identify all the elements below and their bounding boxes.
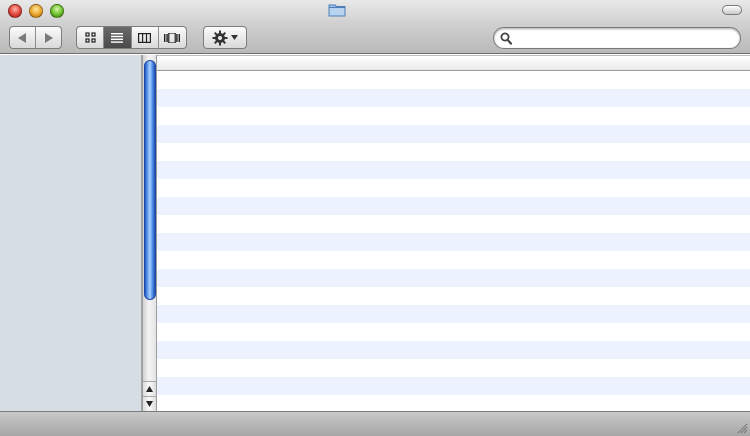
- action-menu-inner: [204, 27, 246, 48]
- list-row[interactable]: [157, 89, 750, 107]
- list-row[interactable]: [157, 215, 750, 233]
- list-column-header[interactable]: [157, 55, 750, 71]
- list-row[interactable]: [157, 377, 750, 395]
- search-input[interactable]: [516, 30, 731, 46]
- resize-grip-icon[interactable]: [736, 422, 748, 434]
- list-row[interactable]: [157, 269, 750, 287]
- cover-flow-view-button[interactable]: [159, 27, 186, 48]
- list-rows: [157, 71, 750, 411]
- scroll-up-button[interactable]: [143, 381, 156, 395]
- search-icon: [500, 32, 512, 45]
- status-bar: [0, 411, 750, 436]
- folder-icon: [328, 4, 346, 17]
- list-lines-icon: [111, 32, 124, 43]
- list-row[interactable]: [157, 161, 750, 179]
- search-field[interactable]: [493, 27, 741, 49]
- list-row[interactable]: [157, 359, 750, 377]
- scrollbar-thumb[interactable]: [144, 60, 156, 300]
- list-row[interactable]: [157, 71, 750, 89]
- back-button[interactable]: [10, 27, 36, 48]
- list-row[interactable]: [157, 179, 750, 197]
- list-row[interactable]: [157, 305, 750, 323]
- list-row[interactable]: [157, 251, 750, 269]
- list-row[interactable]: [157, 107, 750, 125]
- list-row[interactable]: [157, 323, 750, 341]
- triangle-right-icon: [44, 32, 53, 43]
- triangle-left-icon: [17, 32, 26, 43]
- list-row[interactable]: [157, 143, 750, 161]
- list-row[interactable]: [157, 341, 750, 359]
- list-row[interactable]: [157, 287, 750, 305]
- gear-icon: [212, 30, 228, 45]
- coverflow-icon: [164, 32, 181, 43]
- list-row[interactable]: [157, 233, 750, 251]
- zoom-window-button[interactable]: [50, 4, 64, 18]
- list-row[interactable]: [157, 395, 750, 411]
- scroll-down-button[interactable]: [143, 396, 156, 410]
- navigation-control: [9, 26, 62, 49]
- icon-view-button[interactable]: [77, 27, 105, 48]
- arrow-up-icon: [146, 385, 153, 392]
- action-menu-button[interactable]: [203, 26, 247, 49]
- arrow-down-icon: [146, 400, 153, 407]
- minimize-window-button[interactable]: [29, 4, 43, 18]
- grid-icon: [85, 32, 96, 43]
- toolbar-toggle-button[interactable]: [722, 5, 742, 15]
- close-window-button[interactable]: [8, 4, 22, 18]
- sidebar: [0, 55, 142, 411]
- list-row[interactable]: [157, 197, 750, 215]
- view-mode-control: [76, 26, 187, 49]
- columns-icon: [138, 32, 152, 43]
- column-view-button[interactable]: [132, 27, 159, 48]
- window-toolbar: [0, 0, 750, 54]
- file-list[interactable]: [157, 55, 750, 411]
- chevron-down-icon: [231, 35, 238, 40]
- list-view-button[interactable]: [104, 27, 132, 48]
- forward-button[interactable]: [36, 27, 61, 48]
- sidebar-scrollbar[interactable]: [142, 55, 157, 411]
- list-row[interactable]: [157, 125, 750, 143]
